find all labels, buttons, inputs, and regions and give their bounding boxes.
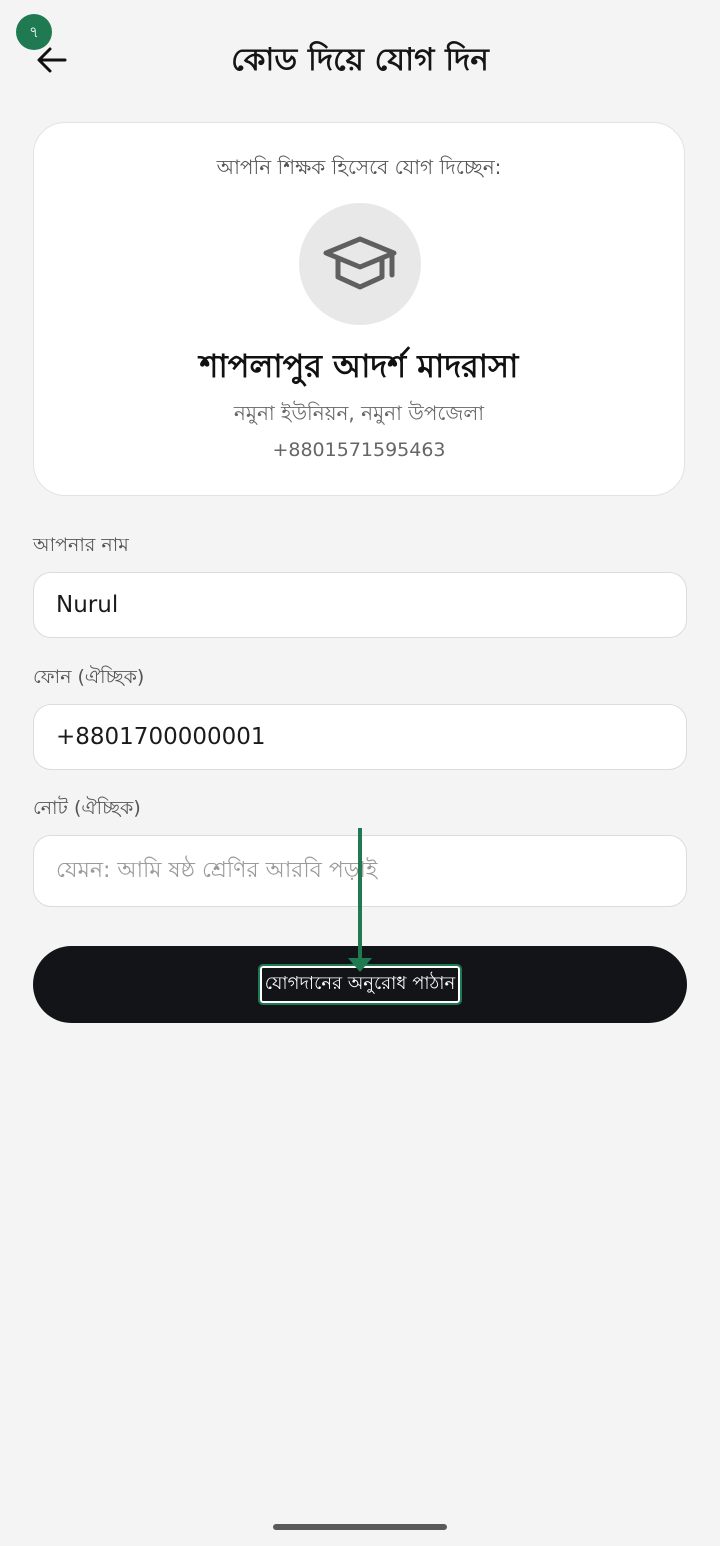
- avatar: [299, 203, 421, 325]
- school-phone: +8801571595463: [272, 439, 446, 461]
- school-name: শাপলাপুর আদর্শ মাদরাসা: [199, 347, 519, 385]
- graduation-cap-icon: [323, 236, 397, 290]
- card-subtitle: আপনি শিক্ষক হিসেবে যোগ দিচ্ছেন:: [216, 155, 502, 179]
- home-indicator[interactable]: [273, 1524, 447, 1530]
- step-badge: ৭: [16, 14, 52, 50]
- pointer-arrow-line: [358, 828, 362, 962]
- phone-value: +8801700000001: [56, 724, 266, 750]
- note-placeholder: যেমন: আমি ষষ্ঠ শ্রেণির আরবি পড়াই: [56, 857, 378, 883]
- page-title: কোড দিয়ে যোগ দিন: [231, 42, 489, 78]
- name-value: Nurul: [56, 592, 119, 618]
- phone-label: ফোন (ঐচ্ছিক): [33, 666, 145, 688]
- note-label: নোট (ঐচ্ছিক): [33, 797, 141, 819]
- pointer-arrow-head: [348, 958, 372, 972]
- phone-input[interactable]: +8801700000001: [33, 704, 687, 770]
- school-card: আপনি শিক্ষক হিসেবে যোগ দিচ্ছেন: শাপলাপুর…: [33, 122, 685, 496]
- name-label: আপনার নাম: [33, 534, 129, 556]
- name-input[interactable]: Nurul: [33, 572, 687, 638]
- school-address: নমুনা ইউনিয়ন, নমুনা উপজেলা: [233, 401, 485, 425]
